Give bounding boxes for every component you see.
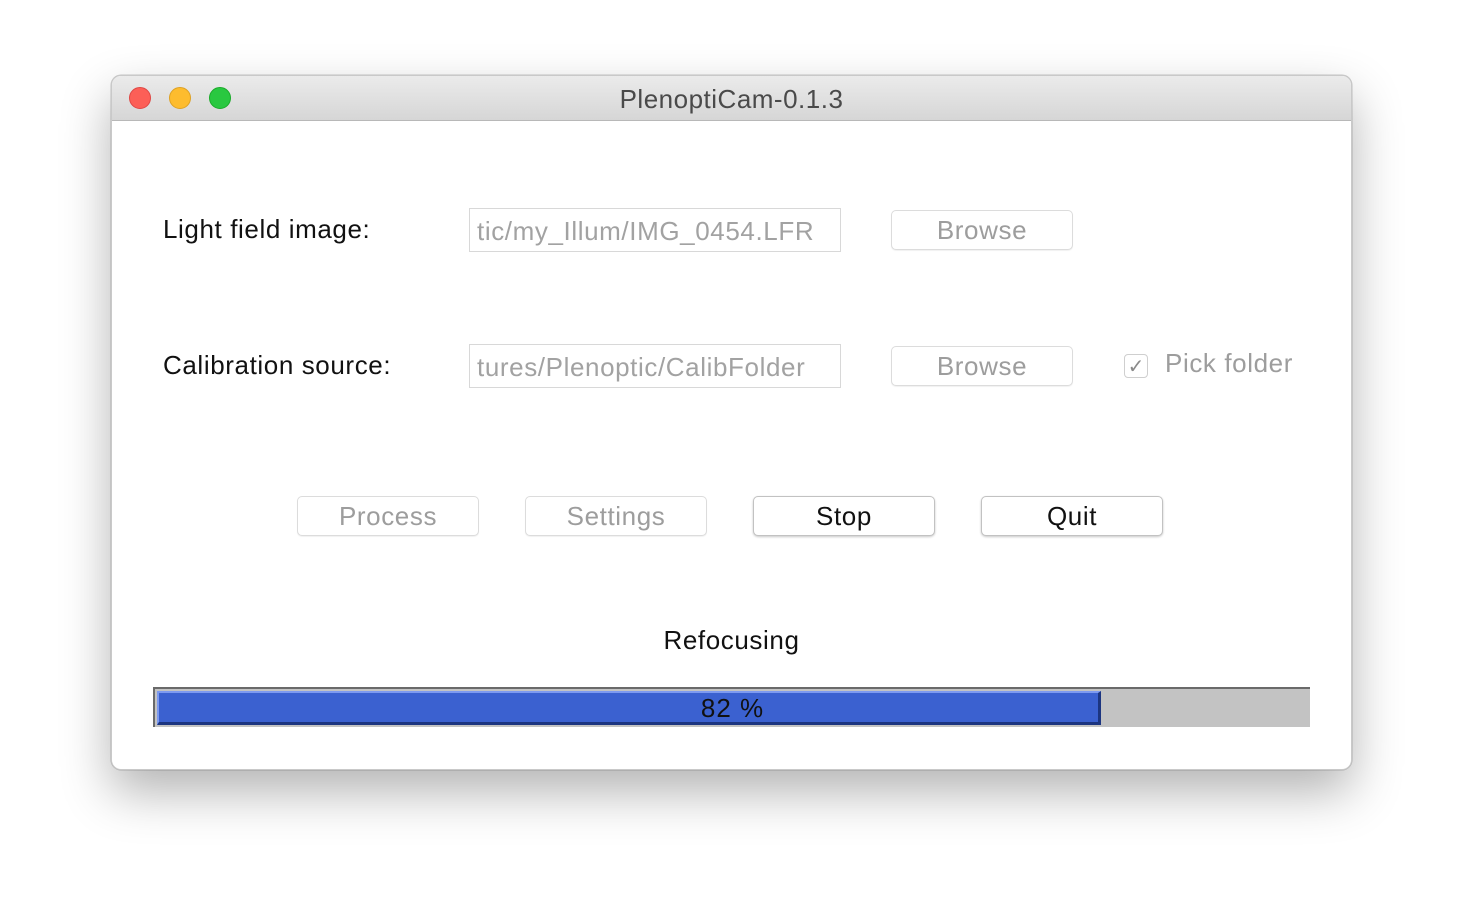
process-button[interactable]: Process bbox=[297, 496, 479, 536]
pick-folder-label: Pick folder bbox=[1165, 348, 1293, 378]
calibration-browse-button[interactable]: Browse bbox=[891, 346, 1073, 386]
light-field-path-input[interactable]: tic/my_Illum/IMG_0454.LFR bbox=[469, 208, 841, 252]
window-title: PlenoptiCam-0.1.3 bbox=[619, 84, 844, 114]
app-window: PlenoptiCam-0.1.3 Light field image: tic… bbox=[111, 75, 1352, 770]
quit-button[interactable]: Quit bbox=[981, 496, 1163, 536]
progress-bar: 82 % bbox=[153, 687, 1310, 727]
progress-percent-label: 82 % bbox=[700, 693, 765, 723]
title-bar[interactable]: PlenoptiCam-0.1.3 bbox=[112, 76, 1351, 121]
checkmark-icon: ✓ bbox=[1127, 356, 1145, 378]
minimize-window-button[interactable] bbox=[169, 87, 191, 109]
stop-button[interactable]: Stop bbox=[753, 496, 935, 536]
light-field-browse-button[interactable]: Browse bbox=[891, 210, 1073, 250]
light-field-label: Light field image: bbox=[163, 214, 371, 244]
calibration-source-label: Calibration source: bbox=[163, 350, 392, 380]
close-window-button[interactable] bbox=[129, 87, 151, 109]
settings-button[interactable]: Settings bbox=[525, 496, 707, 536]
pick-folder-checkbox[interactable]: ✓ bbox=[1124, 354, 1148, 378]
maximize-window-button[interactable] bbox=[209, 87, 231, 109]
status-text: Refocusing bbox=[663, 625, 800, 655]
calibration-path-input[interactable]: tures/Plenoptic/CalibFolder bbox=[469, 344, 841, 388]
